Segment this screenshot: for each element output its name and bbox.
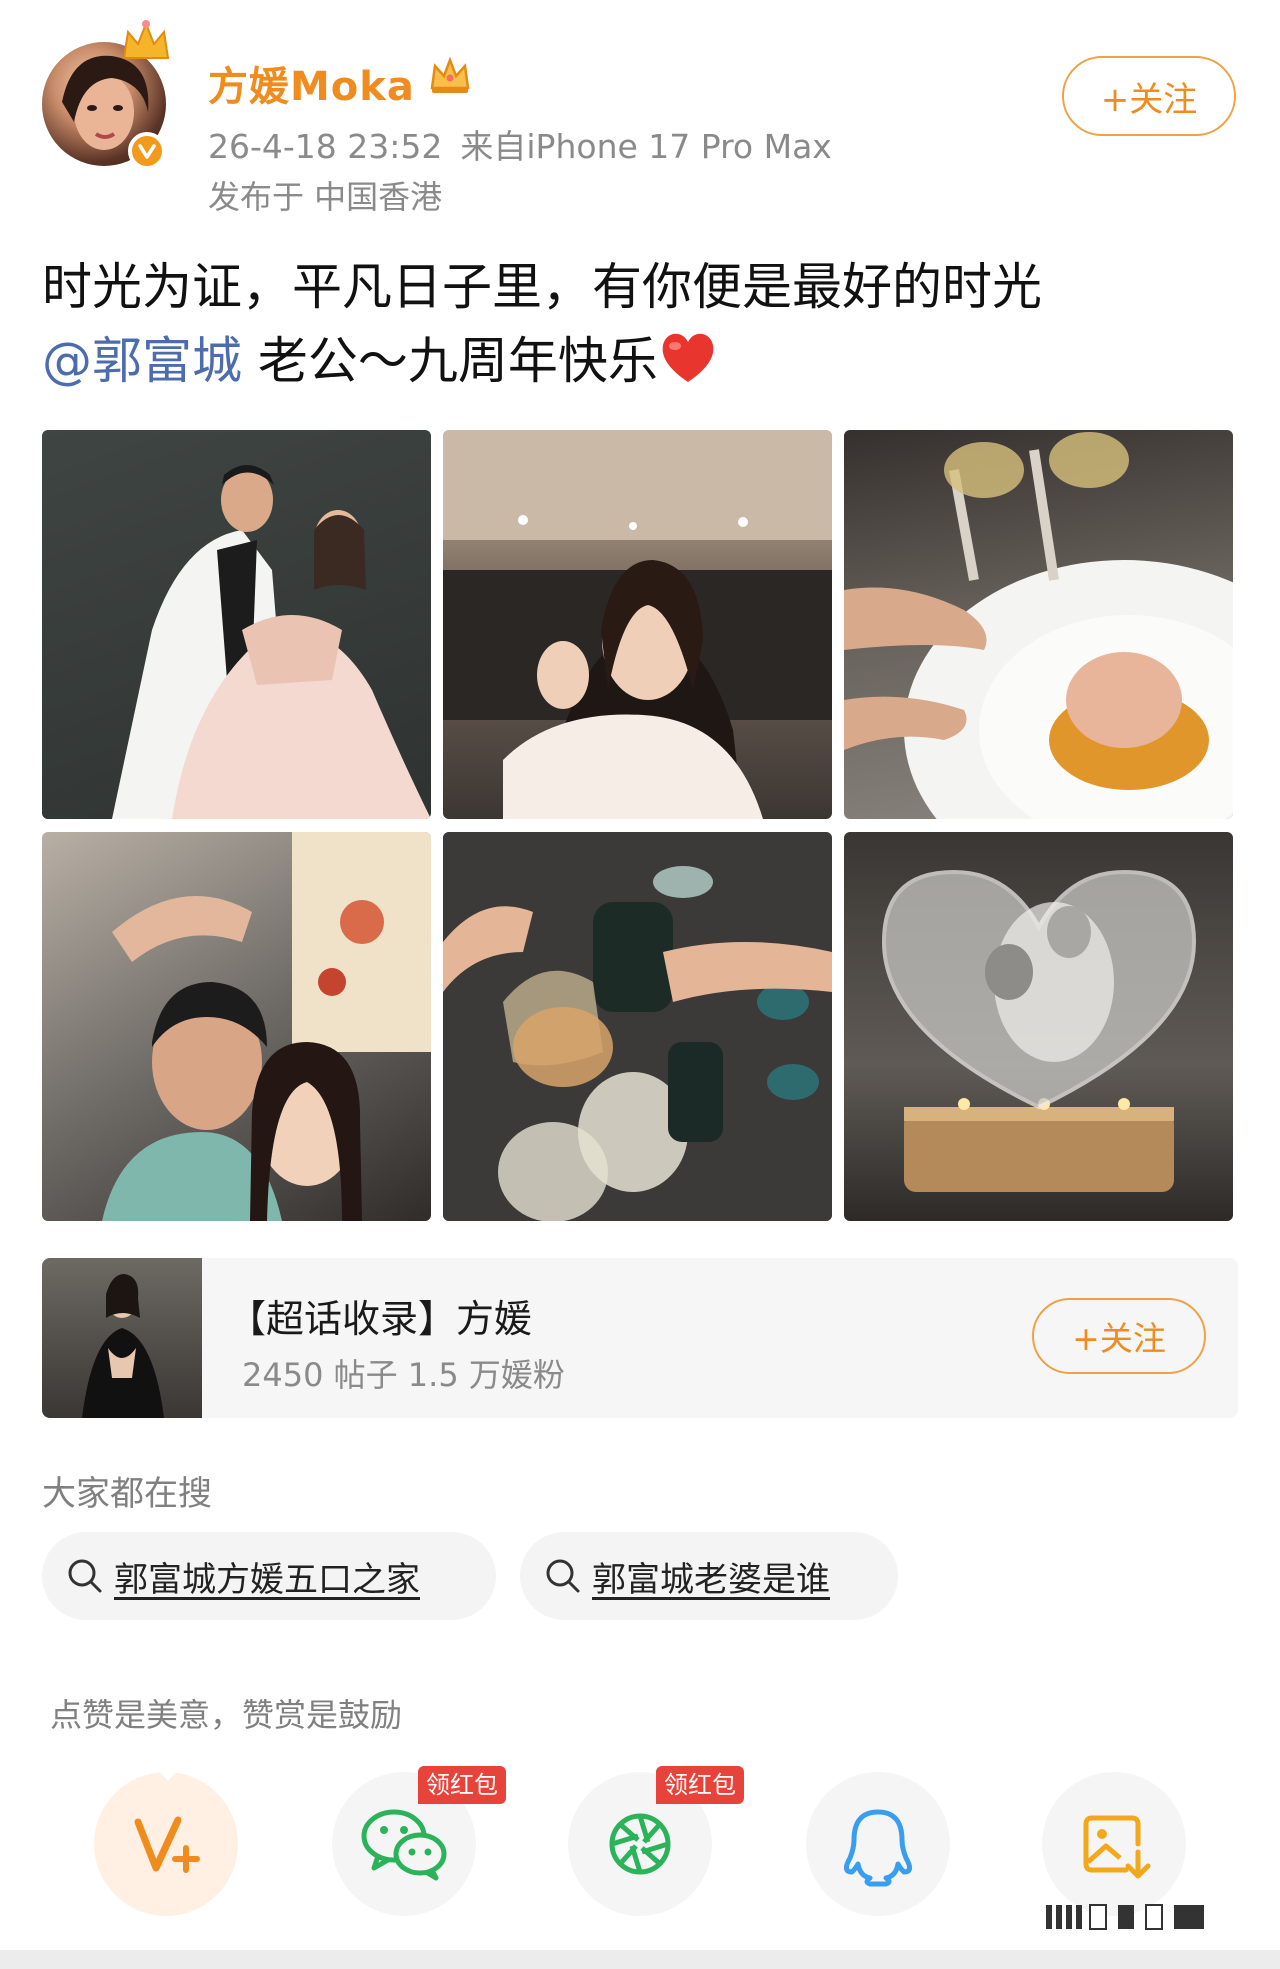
red-packet-badge[interactable]: 领红包 — [656, 1766, 744, 1804]
toast-photo[interactable] — [443, 832, 832, 1221]
post-source: 来自iPhone 17 Pro Max — [460, 127, 832, 166]
dessert-photo[interactable] — [844, 430, 1233, 819]
post-text-line2-rest: 老公～九周年快乐 — [242, 332, 658, 390]
like-prompt: 点赞是美意，赞赏是鼓励 — [50, 1696, 403, 1734]
search-chip[interactable]: 郭富城老婆是谁 — [520, 1532, 898, 1620]
post-text-line2: @郭富城 老公～九周年快乐 — [42, 324, 1242, 398]
search-chip-label: 郭富城老婆是谁 — [592, 1559, 830, 1600]
super-topic-card[interactable]: 【超话收录】方媛 2450 帖子 1.5 万媛粉 +关注 — [42, 1258, 1238, 1418]
wedding-photo[interactable] — [42, 430, 431, 819]
save-image-button[interactable] — [1042, 1772, 1186, 1916]
search-icon — [546, 1559, 580, 1593]
search-chip-label: 郭富城方媛五口之家 — [114, 1559, 420, 1600]
reward-v-icon — [134, 1816, 200, 1873]
selfie-photo[interactable] — [443, 430, 832, 819]
share-qq-button[interactable] — [806, 1772, 950, 1916]
save-image-icon — [1083, 1815, 1151, 1879]
heart-emoji-icon — [662, 333, 714, 382]
search-chip[interactable]: 郭富城方媛五口之家 — [42, 1532, 496, 1620]
post-location: 发布于 中国香港 — [208, 178, 443, 216]
bottom-bar — [0, 1950, 1280, 1969]
search-icon — [68, 1559, 102, 1593]
post-text-line1: 时光为证，平凡日子里，有你便是最好的时光 — [42, 258, 1042, 316]
post-meta: 26-4-18 23:52 来自iPhone 17 Pro Max — [208, 120, 832, 168]
crown-sticker-icon — [122, 20, 170, 59]
verified-badge-icon — [128, 132, 166, 170]
search-heading: 大家都在搜 — [42, 1474, 212, 1514]
couple-selfie-photo[interactable] — [42, 832, 431, 1221]
username[interactable]: 方媛Moka — [208, 54, 415, 112]
topic-title[interactable]: 【超话收录】方媛 — [228, 1288, 532, 1343]
topic-thumbnail — [42, 1258, 202, 1418]
home-indicator-marks — [1046, 1904, 1204, 1930]
red-packet-badge[interactable]: 领红包 — [418, 1766, 506, 1804]
post-text: 时光为证，平凡日子里，有你便是最好的时光 @郭富城 老公～九周年快乐 — [42, 250, 1242, 398]
mention-link[interactable]: @郭富城 — [42, 332, 242, 390]
qq-icon — [844, 1809, 912, 1887]
crystal-heart-photo[interactable] — [844, 832, 1233, 1221]
crown-badge-icon[interactable] — [428, 56, 472, 96]
topic-follow-button[interactable]: +关注 — [1032, 1298, 1206, 1374]
reward-button[interactable] — [94, 1772, 238, 1916]
follow-button[interactable]: +关注 — [1062, 56, 1236, 136]
topic-stats: 2450 帖子 1.5 万媛粉 — [242, 1356, 565, 1394]
post-timestamp: 26-4-18 23:52 — [208, 127, 443, 166]
